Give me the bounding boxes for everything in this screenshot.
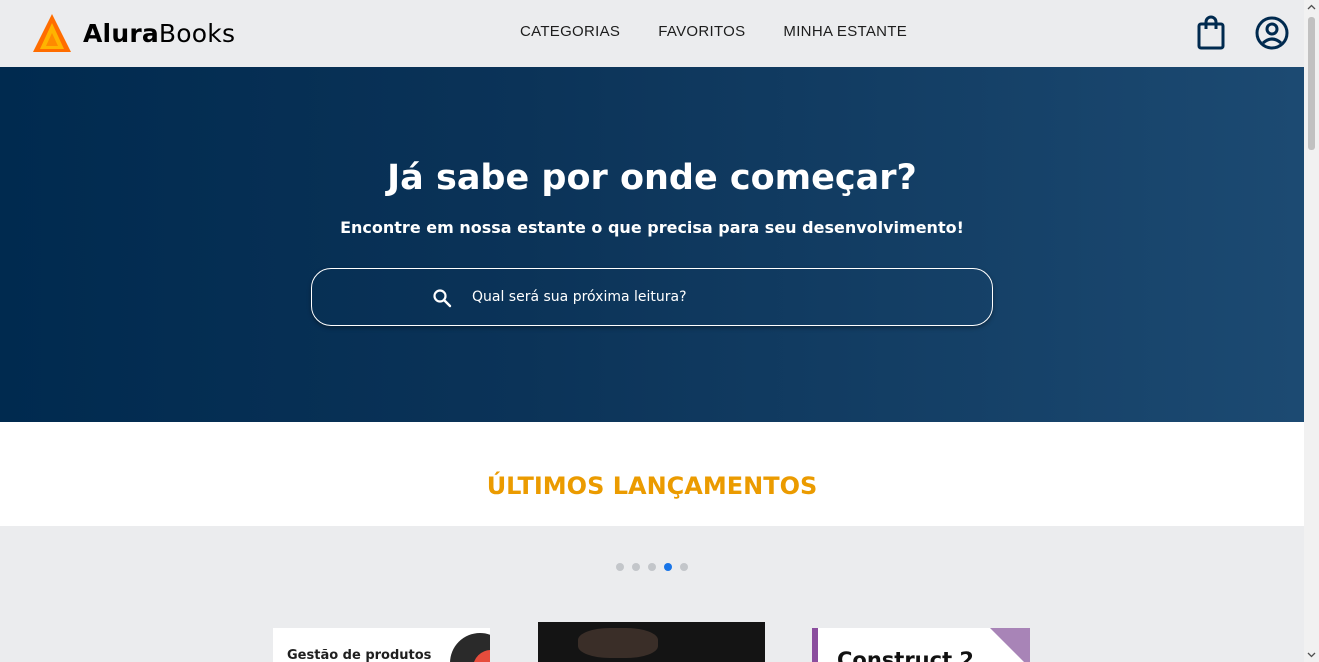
nav-favoritos[interactable]: FAVORITOS: [658, 23, 745, 40]
logo-text: AluraBooks: [83, 19, 235, 48]
carousel-dots: [616, 563, 688, 571]
site-header: AluraBooks CATEGORIAS FAVORITOS MINHA ES…: [0, 0, 1304, 67]
book-cover-gestao-de-produtos[interactable]: Gestão de produtos: [273, 628, 490, 662]
hero-banner: [0, 67, 1304, 422]
releases-title: ÚLTIMOS LANÇAMENTOS: [486, 472, 818, 500]
carousel-dot-1[interactable]: [616, 563, 624, 571]
logo-triangle-icon: [33, 14, 71, 52]
scroll-down-arrow-icon[interactable]: [1304, 647, 1319, 662]
nav-minha-estante[interactable]: MINHA ESTANTE: [783, 23, 907, 40]
search-icon: [432, 288, 452, 308]
logo-text-light: Books: [158, 18, 236, 48]
search-input[interactable]: [472, 277, 972, 317]
cover-decoration: [990, 628, 1030, 662]
page-scrollbar[interactable]: [1304, 0, 1319, 662]
nav-categorias[interactable]: CATEGORIAS: [520, 23, 620, 40]
carousel-dot-4[interactable]: [664, 563, 672, 571]
main-nav: CATEGORIAS FAVORITOS MINHA ESTANTE: [520, 23, 945, 40]
carousel-dot-3[interactable]: [648, 563, 656, 571]
shopping-bag-icon[interactable]: [1194, 15, 1228, 51]
book-cover-construct-2[interactable]: Construct 2: [812, 628, 1030, 662]
scrollbar-thumb[interactable]: [1308, 17, 1315, 150]
cover-decoration: [578, 628, 658, 658]
book-cover-title: Gestão de produtos: [287, 648, 432, 662]
scroll-up-arrow-icon[interactable]: [1304, 0, 1319, 15]
carousel-dot-2[interactable]: [632, 563, 640, 571]
user-icon[interactable]: [1255, 15, 1289, 51]
carousel-dot-5[interactable]: [680, 563, 688, 571]
book-cover-title: Construct 2: [837, 648, 975, 662]
logo-text-bold: Alura: [83, 18, 159, 48]
logo[interactable]: AluraBooks: [32, 13, 235, 53]
search-box[interactable]: [311, 268, 993, 326]
hero-subtitle: Encontre em nossa estante o que precisa …: [340, 218, 964, 237]
book-cover-photo[interactable]: [538, 622, 765, 662]
hero-title: Já sabe por onde começar?: [387, 158, 917, 198]
releases-carousel: Gestão de produtos Construct 2: [0, 526, 1304, 662]
